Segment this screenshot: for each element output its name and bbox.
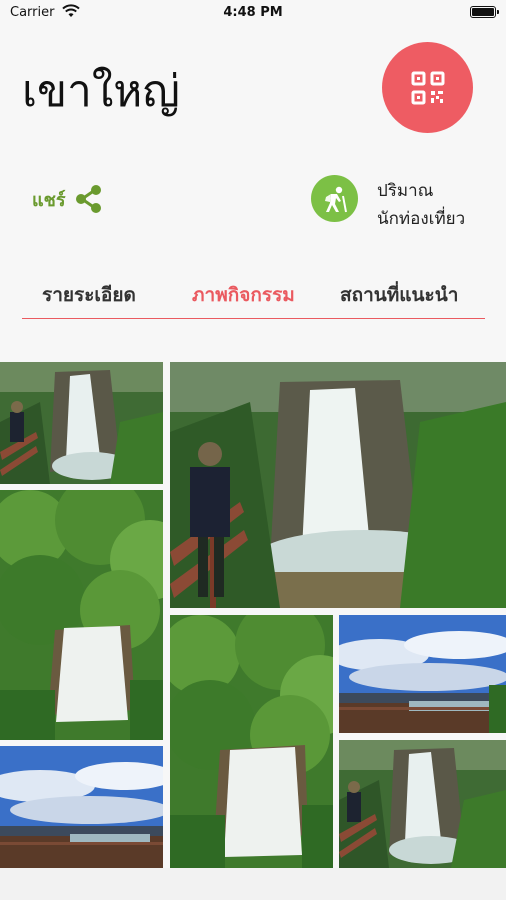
sky-viewpoint-photo — [0, 746, 163, 868]
visitors-label: ปริมาณ นักท่องเที่ยว — [377, 177, 465, 233]
forest-waterfall-photo — [170, 615, 333, 868]
photo-thumbnail[interactable] — [170, 615, 333, 868]
clock: 4:48 PM — [223, 5, 283, 20]
photo-grid — [0, 362, 506, 868]
qr-code-icon — [411, 71, 444, 104]
share-icon — [75, 185, 101, 213]
hiker-icon — [324, 186, 347, 212]
photo-thumbnail[interactable] — [170, 362, 506, 608]
waterfall-photo — [170, 362, 506, 608]
app-screen: Carrier 4:48 PM เขาใหญ่ แชร์ ปริมาณ นักท… — [0, 0, 506, 900]
photo-thumbnail[interactable] — [0, 746, 163, 868]
photo-thumbnail[interactable] — [339, 740, 506, 868]
tab-activity-photos[interactable]: ภาพกิจกรรม — [192, 280, 295, 310]
battery-icon — [470, 6, 499, 18]
tab-details[interactable]: รายระเอียด — [42, 280, 136, 310]
tab-underline — [22, 318, 485, 319]
visitors-button[interactable] — [311, 175, 358, 222]
tab-bar: รายระเอียด ภาพกิจกรรม สถานที่แนะนำ — [22, 280, 485, 320]
share-button[interactable]: แชร์ — [32, 184, 104, 214]
tab-recommended-places[interactable]: สถานที่แนะนำ — [340, 280, 458, 310]
photo-thumbnail[interactable] — [0, 490, 163, 740]
sky-viewpoint-photo — [339, 615, 506, 733]
photo-thumbnail[interactable] — [0, 362, 163, 484]
photo-thumbnail[interactable] — [339, 615, 506, 733]
waterfall-photo — [339, 740, 506, 868]
qr-code-button[interactable] — [382, 42, 473, 133]
bottom-safe-area — [0, 868, 506, 900]
share-label: แชร์ — [32, 189, 66, 211]
status-bar: Carrier 4:48 PM — [0, 0, 506, 28]
page-title: เขาใหญ่ — [22, 66, 180, 117]
visitors-label-line2: นักท่องเที่ยว — [377, 209, 466, 229]
waterfall-photo — [0, 362, 163, 484]
forest-waterfall-photo — [0, 490, 163, 740]
visitors-label-line1: ปริมาณ — [377, 181, 434, 201]
